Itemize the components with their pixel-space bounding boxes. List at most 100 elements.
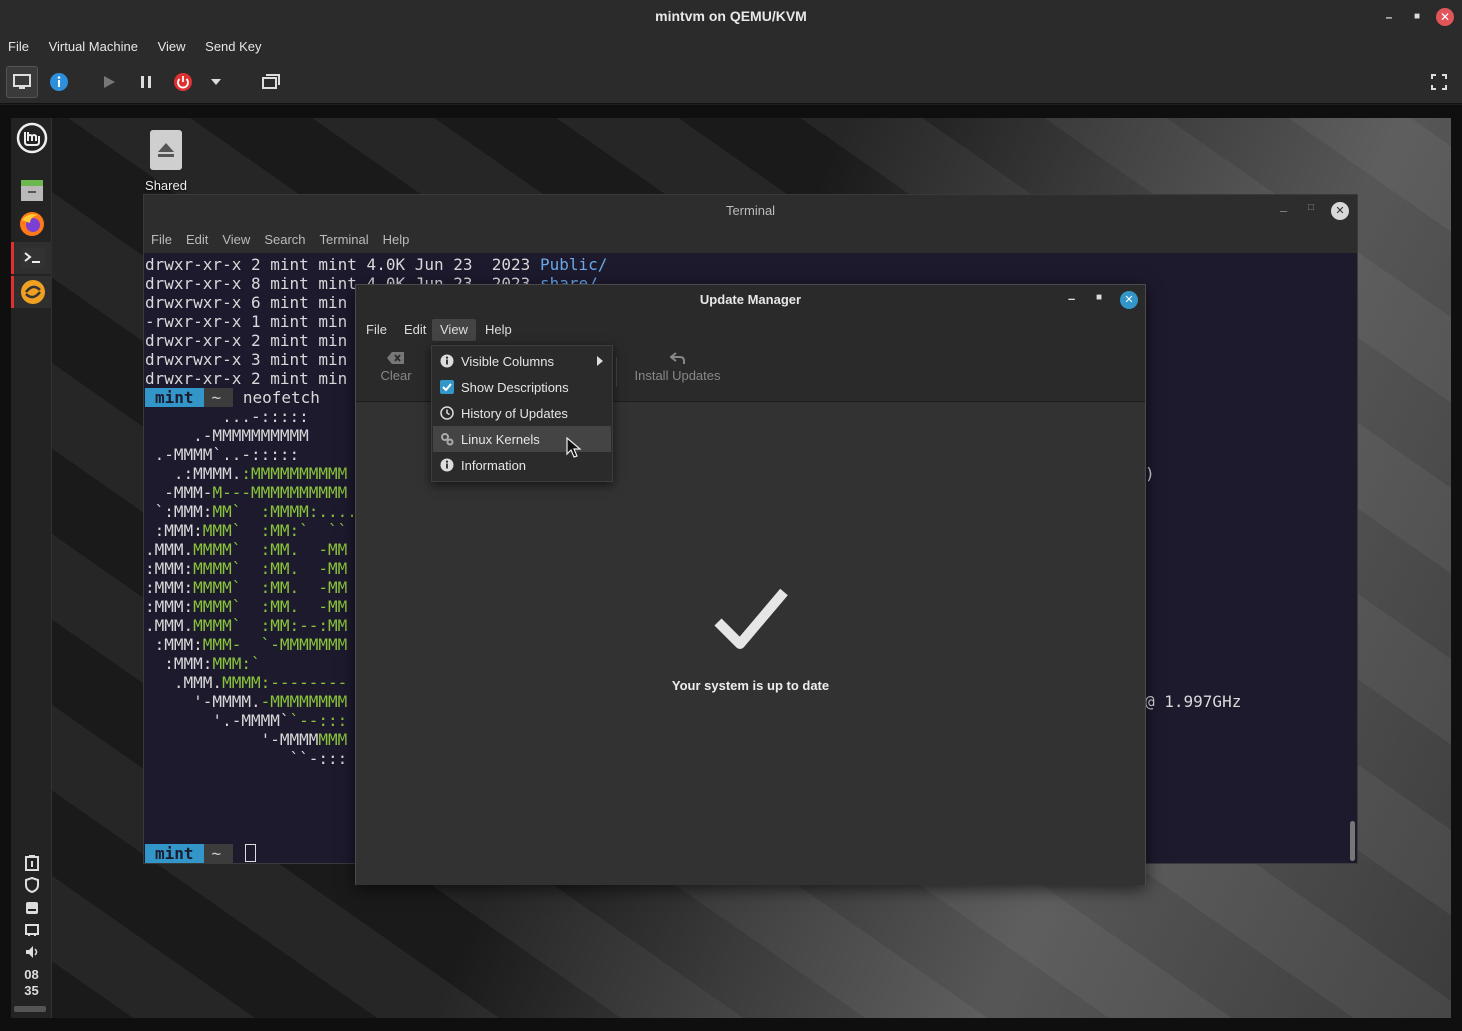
neofetch-art-line: .-MMMMMMMMMM bbox=[145, 426, 309, 445]
menu-virtual-machine[interactable]: Virtual Machine bbox=[41, 33, 146, 60]
clear-button[interactable]: Clear bbox=[378, 351, 414, 383]
neofetch-art-line: ...-::::: bbox=[145, 407, 309, 426]
update-manager-titlebar: Update Manager bbox=[356, 285, 1145, 315]
neofetch-art-line: '.-MMMM``--::: bbox=[145, 711, 348, 730]
terminal-menu-help[interactable]: Help bbox=[376, 227, 417, 253]
neofetch-cpu-fragment: @ 1.997GHz bbox=[1145, 692, 1242, 711]
toolbar-separator bbox=[616, 357, 617, 387]
play-icon bbox=[104, 76, 115, 88]
maximize-button[interactable]: ■ bbox=[1408, 8, 1426, 26]
pause-button[interactable] bbox=[130, 66, 162, 98]
info-icon bbox=[50, 73, 68, 91]
info-icon bbox=[440, 354, 454, 368]
network-applet[interactable] bbox=[11, 919, 52, 941]
neofetch-art-line: :MMM:MMM` :MM:` `` bbox=[145, 521, 348, 540]
neofetch-art-line: :MMM:MMMM` :MM. -MM bbox=[145, 597, 348, 616]
terminal-line: drwxr-xr-x 2 mint mint 4.0K Jun 23 2023 … bbox=[145, 255, 608, 274]
terminal-launcher[interactable] bbox=[11, 242, 52, 274]
close-button[interactable]: ✕ bbox=[1436, 8, 1454, 26]
um-menu-file[interactable]: File bbox=[358, 319, 395, 341]
terminal-line: drwxr-xr-x 2 mint min bbox=[145, 331, 348, 350]
run-button[interactable] bbox=[93, 66, 125, 98]
linux-mint-logo-icon bbox=[16, 122, 47, 154]
neofetch-art-line: .MMM.MMMM` :MM:--:MM bbox=[145, 616, 348, 635]
neofetch-art-line: :MMM:MMM:` bbox=[145, 654, 261, 673]
update-shield-applet[interactable] bbox=[11, 874, 52, 896]
mint-menu-button[interactable] bbox=[11, 120, 52, 156]
terminal-menu-view[interactable]: View bbox=[215, 227, 257, 253]
install-updates-button[interactable]: Install Updates bbox=[630, 351, 725, 383]
menu-item-visible-columns[interactable]: Visible Columns bbox=[433, 348, 611, 374]
kernel-gear-icon bbox=[441, 433, 454, 446]
firefox-launcher[interactable] bbox=[11, 208, 52, 240]
chevron-down-icon bbox=[211, 79, 221, 85]
sound-applet[interactable] bbox=[11, 941, 52, 963]
terminal-scrollbar[interactable] bbox=[1350, 821, 1355, 861]
removable-drives-applet[interactable] bbox=[11, 897, 52, 919]
terminal-line: drwxrwxr-x 3 mint min bbox=[145, 350, 348, 369]
neofetch-art-line: .MMM.MMMM` :MM. -MM bbox=[145, 540, 348, 559]
menu-view[interactable]: View bbox=[150, 33, 194, 60]
neofetch-art-line: :MMM:MMMM` :MM. -MM bbox=[145, 559, 348, 578]
terminal-maximize-button[interactable]: □ bbox=[1308, 202, 1314, 213]
shutdown-options-dropdown[interactable] bbox=[205, 66, 227, 98]
terminal-menu-file[interactable]: File bbox=[144, 227, 179, 253]
terminal-line: drwxr-xr-x 2 mint min bbox=[145, 369, 348, 388]
console-view-button[interactable] bbox=[6, 66, 38, 98]
um-maximize-button[interactable]: ■ bbox=[1096, 292, 1102, 303]
shield-icon bbox=[24, 877, 39, 893]
terminal-menu-search[interactable]: Search bbox=[257, 227, 312, 253]
update-manager-launcher[interactable] bbox=[11, 276, 52, 308]
checkmark-icon bbox=[714, 588, 788, 649]
checkbox-checked-icon bbox=[440, 380, 454, 394]
menu-item-history-of-updates[interactable]: History of Updates bbox=[433, 400, 611, 426]
minimize-button[interactable]: – bbox=[1380, 8, 1398, 26]
prompt-dir: ~ bbox=[203, 388, 234, 407]
neofetch-fragment: ) bbox=[1145, 464, 1155, 483]
terminal-icon bbox=[21, 248, 45, 268]
um-close-button[interactable]: ✕ bbox=[1120, 291, 1138, 309]
submenu-arrow-icon bbox=[597, 356, 603, 366]
firefox-icon bbox=[19, 212, 44, 236]
um-menu-edit[interactable]: Edit bbox=[396, 319, 434, 341]
menu-item-information[interactable]: Information bbox=[433, 452, 611, 478]
volume-icon bbox=[25, 946, 37, 958]
desktop-icon-shared[interactable]: Shared bbox=[145, 130, 187, 193]
um-menu-view[interactable]: View bbox=[432, 319, 476, 341]
clipboard-applet[interactable] bbox=[11, 852, 52, 874]
details-view-button[interactable] bbox=[43, 66, 75, 98]
terminal-minimize-button[interactable]: – bbox=[1280, 203, 1287, 218]
fullscreen-button[interactable] bbox=[1423, 66, 1455, 98]
terminal-close-button[interactable]: ✕ bbox=[1331, 202, 1349, 220]
menu-item-linux-kernels[interactable]: Linux Kernels bbox=[433, 426, 611, 452]
undo-arrow-icon bbox=[668, 352, 685, 364]
files-launcher[interactable] bbox=[11, 174, 52, 206]
um-minimize-button[interactable]: – bbox=[1068, 291, 1075, 306]
menu-file[interactable]: File bbox=[0, 33, 37, 60]
view-menu-dropdown: Visible Columns Show Descriptions Histor… bbox=[431, 345, 613, 482]
fullscreen-icon bbox=[1431, 74, 1447, 90]
panel-clock[interactable]: 08 35 bbox=[11, 967, 52, 999]
neofetch-art-line: .-MMMM`..-::::: bbox=[145, 445, 300, 464]
neofetch-art-line: `:MMM:MM` :MMMM:.... bbox=[145, 502, 357, 521]
menu-send-key[interactable]: Send Key bbox=[197, 33, 269, 60]
window-title: mintvm on QEMU/KVM bbox=[655, 8, 807, 24]
neofetch-art-line: :MMM:MMM- `-MMMMMMM bbox=[145, 635, 348, 654]
network-icon bbox=[24, 924, 39, 936]
history-icon bbox=[440, 406, 454, 420]
neofetch-art-line: '-MMMM.-MMMMMMMM bbox=[145, 692, 348, 711]
um-menu-help[interactable]: Help bbox=[477, 319, 520, 341]
shutdown-button[interactable] bbox=[167, 66, 199, 98]
monitor-icon bbox=[13, 74, 31, 89]
terminal-menu-terminal[interactable]: Terminal bbox=[313, 227, 376, 253]
terminal-line: -rwxr-xr-x 1 mint min bbox=[145, 312, 348, 331]
snapshots-button[interactable] bbox=[255, 66, 287, 98]
backspace-clear-icon bbox=[387, 352, 404, 364]
mouse-pointer-icon bbox=[566, 437, 582, 458]
menu-item-show-descriptions[interactable]: Show Descriptions bbox=[433, 374, 611, 400]
prompt-user: mint bbox=[145, 388, 204, 407]
snapshots-icon bbox=[262, 74, 280, 89]
status-message: Your system is up to date bbox=[671, 678, 830, 693]
show-desktop-button[interactable] bbox=[14, 1006, 46, 1012]
terminal-menu-edit[interactable]: Edit bbox=[179, 227, 215, 253]
